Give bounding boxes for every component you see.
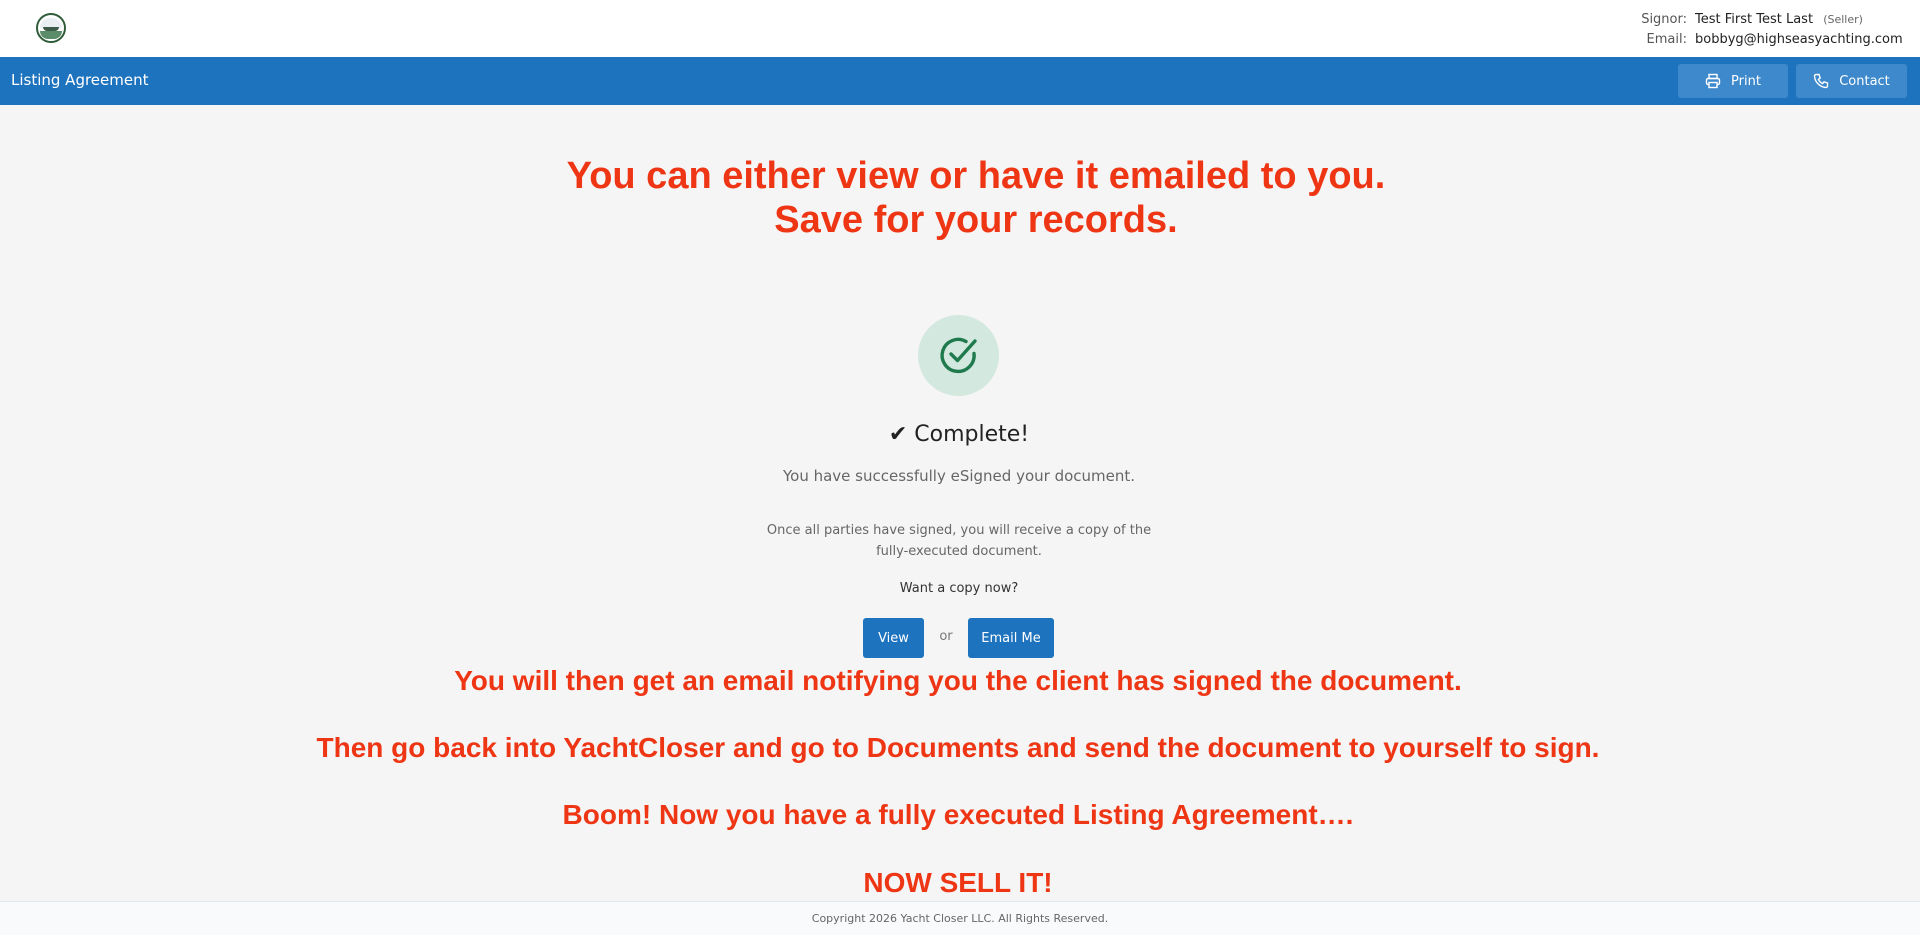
email-label: Email: (1646, 31, 1687, 47)
annotation-line-3: Boom! Now you have a fully executed List… (562, 799, 1354, 830)
complete-title: ✔ Complete! (888, 422, 1030, 447)
top-header: Signor: Test First Test Last (Seller) Em… (0, 0, 1920, 57)
email-value: bobbyg@highseasyachting.com (1695, 31, 1903, 47)
email-me-button[interactable]: Email Me (968, 618, 1054, 658)
signor-row: Signor: Test First Test Last (Seller) (1641, 9, 1890, 29)
check-circle-icon (940, 337, 977, 374)
email-row: Email: bobbyg@highseasyachting.com (1641, 29, 1903, 49)
copy-note: Once all parties have signed, you will r… (766, 523, 1152, 559)
want-copy-prompt: Want a copy now? (899, 581, 1019, 596)
success-message: You have successfully eSigned your docum… (782, 467, 1136, 485)
document-title: Listing Agreement (11, 71, 149, 89)
annotation-top-line2: Save for your records. (774, 199, 1178, 241)
print-button[interactable]: Print (1678, 64, 1788, 98)
annotation-line-2: Then go back into YachtCloser and go to … (316, 732, 1600, 763)
print-label: Print (1731, 73, 1761, 89)
copyright-text: Copyright 2026 Yacht Closer LLC. All Rig… (811, 912, 1109, 925)
contact-button[interactable]: Contact (1796, 64, 1907, 98)
signor-name: Test First Test Last (1695, 11, 1814, 27)
annotation-top: You can either view or have it emailed t… (0, 154, 1920, 242)
annotation-line-4: NOW SELL IT! (863, 867, 1053, 898)
signor-role: (Seller) (1823, 12, 1863, 26)
navbar: Listing Agreement Print Contact (0, 57, 1920, 105)
contact-label: Contact (1839, 73, 1890, 89)
yacht-logo-icon[interactable] (36, 13, 66, 43)
success-badge (918, 315, 999, 396)
view-button[interactable]: View (863, 618, 924, 658)
annotation-line-1: You will then get an email notifying you… (454, 665, 1462, 696)
phone-icon (1814, 73, 1829, 89)
footer: Copyright 2026 Yacht Closer LLC. All Rig… (0, 901, 1920, 935)
signer-info: Signor: Test First Test Last (Seller) Em… (1641, 9, 1903, 49)
signor-label: Signor: (1641, 11, 1687, 27)
or-separator: or (939, 629, 953, 644)
signor-value: Test First Test Last (Seller) (1695, 12, 1890, 27)
annotation-top-line1: You can either view or have it emailed t… (566, 155, 1386, 197)
printer-icon (1705, 73, 1721, 89)
